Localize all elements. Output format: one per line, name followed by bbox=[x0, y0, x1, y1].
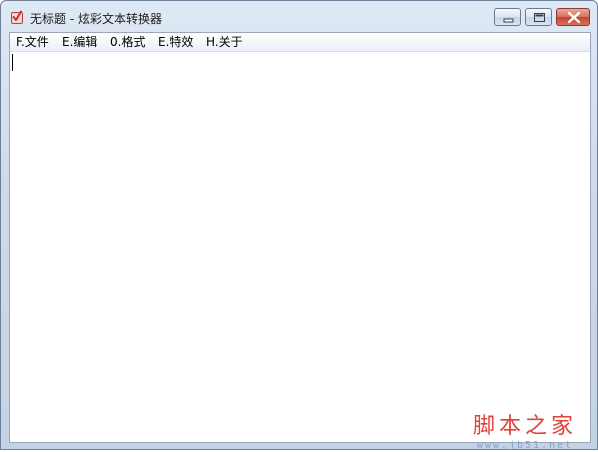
close-icon bbox=[567, 11, 581, 24]
menu-format[interactable]: 0.格式 bbox=[108, 34, 147, 50]
watermark-brand: 脚本之家 bbox=[472, 414, 577, 439]
minimize-button[interactable] bbox=[494, 8, 521, 26]
app-icon[interactable] bbox=[10, 9, 24, 24]
title-bar[interactable]: 无标题 - 炫彩文本转换器 bbox=[1, 1, 597, 31]
text-editor[interactable]: 脚本之家 www.jb51.net bbox=[10, 52, 590, 451]
menu-file[interactable]: F.文件 bbox=[14, 34, 51, 50]
watermark-url: www.jb51.net bbox=[476, 440, 574, 451]
menu-effects[interactable]: E.特效 bbox=[156, 34, 195, 50]
text-caret bbox=[12, 54, 13, 71]
close-button[interactable] bbox=[556, 8, 590, 26]
menu-edit[interactable]: E.编辑 bbox=[60, 34, 99, 50]
maximize-icon bbox=[534, 13, 545, 22]
minimize-icon bbox=[503, 18, 514, 23]
window-title: 无标题 - 炫彩文本转换器 bbox=[30, 12, 162, 26]
app-window: 无标题 - 炫彩文本转换器 F.文件 E.编辑 0.格式 E.特效 H.关于 脚… bbox=[0, 0, 598, 451]
maximize-button[interactable] bbox=[525, 8, 552, 26]
watermark: 脚本之家 www.jb51.net bbox=[460, 414, 590, 452]
menu-about[interactable]: H.关于 bbox=[204, 34, 245, 50]
menu-bar: F.文件 E.编辑 0.格式 E.特效 H.关于 bbox=[10, 33, 590, 52]
client-area: F.文件 E.编辑 0.格式 E.特效 H.关于 脚本之家 www.jb51.n… bbox=[9, 32, 591, 451]
